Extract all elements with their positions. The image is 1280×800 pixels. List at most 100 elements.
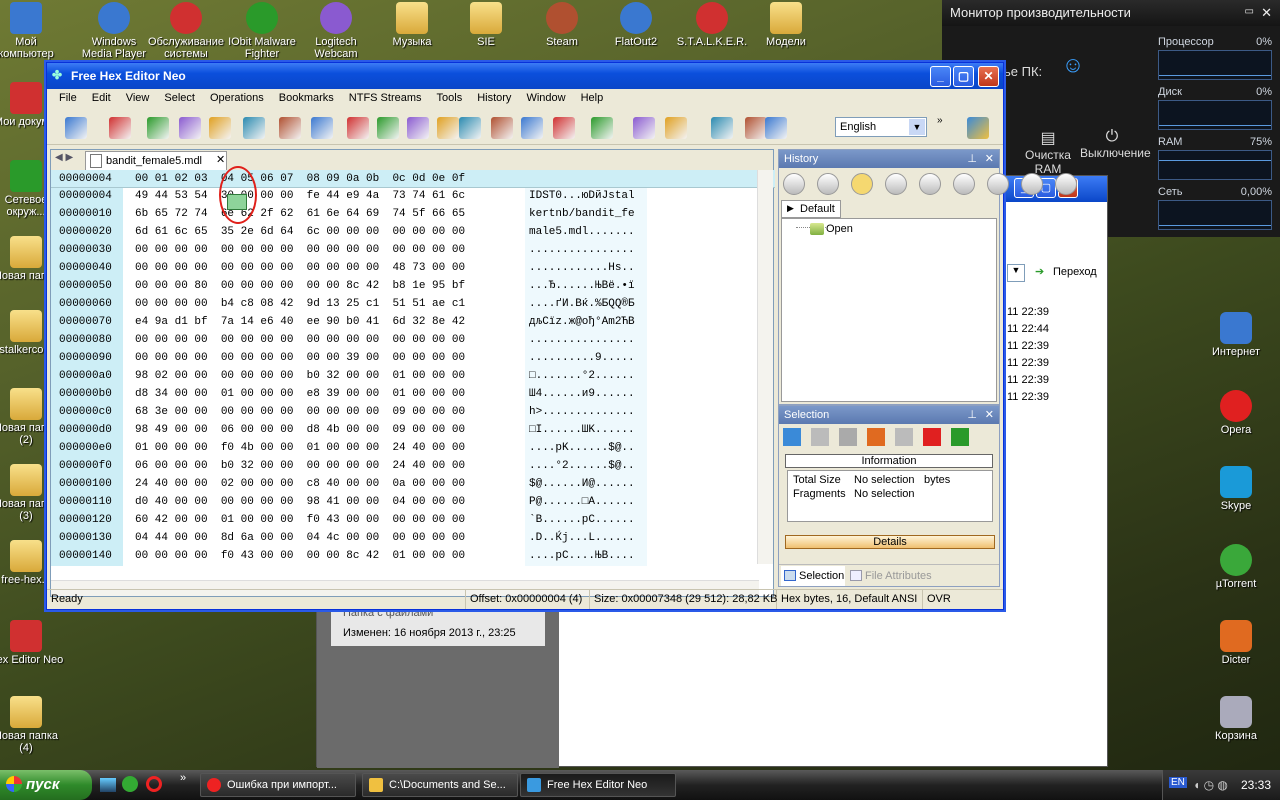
row-hex[interactable]: 00 00 00 00 00 00 00 00 00 00 00 00 00 0…: [135, 334, 465, 352]
row-ascii[interactable]: ............Hs..: [529, 262, 635, 280]
selection-tool-icon[interactable]: [839, 428, 857, 446]
menu-edit[interactable]: Edit: [92, 92, 111, 108]
row-hex[interactable]: 98 49 00 00 06 00 00 00 d8 4b 00 00 09 0…: [135, 424, 465, 442]
selection-tool-icon[interactable]: [923, 428, 941, 446]
row-ascii[interactable]: $@......И@......: [529, 478, 635, 496]
desktop-icon-right[interactable]: µTorrent: [1198, 544, 1274, 590]
row-ascii[interactable]: ....ґИ.Bќ.%БQQ®Б: [529, 298, 635, 316]
row-ascii[interactable]: ....рK......$@..: [529, 442, 635, 460]
tab-nav-icon[interactable]: ◀ ▶: [55, 152, 73, 163]
toolbar-button-icon[interactable]: [109, 117, 131, 139]
selection-tool-icon[interactable]: [811, 428, 829, 446]
row-ascii[interactable]: .D..Ќj...L......: [529, 532, 635, 550]
toolbar-button-icon[interactable]: [745, 117, 767, 139]
row-hex[interactable]: 00 00 00 80 00 00 00 00 00 00 8c 42 b8 1…: [135, 280, 465, 298]
vertical-scrollbar[interactable]: [757, 170, 773, 564]
selection-tool-icon[interactable]: [895, 428, 913, 446]
minimize-button[interactable]: _: [930, 66, 951, 87]
selection-pin-icon[interactable]: ⊥: [967, 408, 977, 421]
close-button[interactable]: ✕: [978, 66, 999, 87]
toolbar-button-icon[interactable]: [437, 117, 459, 139]
row-ascii[interactable]: ................: [529, 244, 635, 262]
history-tool-icon[interactable]: [1021, 173, 1043, 195]
row-hex[interactable]: 01 00 00 00 f0 4b 00 00 01 00 00 00 24 4…: [135, 442, 465, 460]
row-hex[interactable]: 24 40 00 00 02 00 00 00 c8 40 00 00 0a 0…: [135, 478, 465, 496]
history-tool-icon[interactable]: [817, 173, 839, 195]
row-hex[interactable]: e4 9a d1 bf 7a 14 e6 40 ee 90 b0 41 6d 3…: [135, 316, 465, 334]
row-ascii[interactable]: Р@......□A......: [529, 496, 635, 514]
row-ascii[interactable]: □.......°2......: [529, 370, 635, 388]
row-ascii[interactable]: IDST0...юDйJstal: [529, 190, 635, 208]
row-hex[interactable]: 00 00 00 00 00 00 00 00 00 00 00 00 00 0…: [135, 244, 465, 262]
close-icon[interactable]: ✕: [1261, 5, 1272, 21]
desktop-icon-top[interactable]: Обслуживание системы: [148, 2, 224, 60]
selection-close-icon[interactable]: ✕: [985, 408, 994, 421]
menu-history[interactable]: History: [477, 92, 511, 108]
row-ascii[interactable]: ..........9.....: [529, 352, 635, 370]
history-item-open[interactable]: Open: [810, 221, 853, 235]
taskbar-task[interactable]: Free Hex Editor Neo: [520, 773, 676, 797]
history-tool-icon[interactable]: [953, 173, 975, 195]
desktop-icon-top[interactable]: FlatOut2: [598, 2, 674, 48]
row-hex[interactable]: 60 42 00 00 01 00 00 00 f0 43 00 00 00 0…: [135, 514, 465, 532]
row-ascii[interactable]: h>..............: [529, 406, 635, 424]
desktop-icon-top[interactable]: Музыка: [374, 2, 450, 48]
maximize-button[interactable]: ▢: [953, 66, 974, 87]
desktop-icon-top[interactable]: S.T.A.L.K.E.R.: [674, 2, 750, 48]
row-ascii[interactable]: male5.mdl.......: [529, 226, 635, 244]
toolbar-button-icon[interactable]: [521, 117, 543, 139]
details-header[interactable]: Details: [785, 535, 995, 549]
history-tool-icon[interactable]: [885, 173, 907, 195]
menu-help[interactable]: Help: [581, 92, 604, 108]
desktop-icon-left[interactable]: Новая папка (4): [0, 696, 64, 754]
row-hex[interactable]: d8 34 00 00 01 00 00 00 e8 39 00 00 01 0…: [135, 388, 465, 406]
row-hex[interactable]: 98 02 00 00 00 00 00 00 b0 32 00 00 01 0…: [135, 370, 465, 388]
toolbar-overflow-icon[interactable]: »: [937, 115, 943, 126]
toolbar-button-icon[interactable]: [633, 117, 655, 139]
quicklaunch-desktop-icon[interactable]: [100, 778, 116, 792]
row-ascii[interactable]: `B......рC......: [529, 514, 635, 532]
row-ascii[interactable]: дљСїz.ж@ођ°Am2ЋB: [529, 316, 635, 334]
desktop-icon-left[interactable]: Hex Editor Neo: [0, 620, 64, 666]
history-tool-icon[interactable]: [783, 173, 805, 195]
row-hex[interactable]: 00 00 00 00 00 00 00 00 00 00 39 00 00 0…: [135, 352, 465, 370]
toolbar-button-icon[interactable]: [711, 117, 733, 139]
desktop-icon-right[interactable]: Интернет: [1198, 312, 1274, 358]
selection-tool-icon[interactable]: [951, 428, 969, 446]
taskbar-task[interactable]: Ошибка при импорт...: [200, 773, 356, 797]
menu-view[interactable]: View: [126, 92, 150, 108]
minimize-icon[interactable]: ▭: [1245, 6, 1254, 17]
paint-icon[interactable]: [967, 117, 989, 139]
desktop-icon-top[interactable]: Модели: [748, 2, 824, 48]
row-hex[interactable]: 06 00 00 00 b0 32 00 00 00 00 00 00 24 4…: [135, 460, 465, 478]
menu-operations[interactable]: Operations: [210, 92, 264, 108]
tab-file-attributes[interactable]: File Attributes: [847, 566, 947, 586]
row-ascii[interactable]: ....рC....ЊB....: [529, 550, 635, 568]
quicklaunch-opera-icon[interactable]: [146, 776, 162, 792]
row-hex[interactable]: 00 00 00 00 f0 43 00 00 00 00 8c 42 01 0…: [135, 550, 465, 568]
desktop-icon-left[interactable]: Мой компьютер: [0, 2, 64, 60]
menu-window[interactable]: Window: [526, 92, 565, 108]
tray-icons[interactable]: ◖ ◷ ◍: [1193, 778, 1228, 792]
go-button[interactable]: ➔ Переход: [1031, 264, 1105, 282]
history-tool-icon[interactable]: [851, 173, 873, 195]
toolbar-button-icon[interactable]: [243, 117, 265, 139]
desktop-icon-right[interactable]: Opera: [1198, 390, 1274, 436]
desktop-icon-top[interactable]: SIE: [448, 2, 524, 48]
toolbar-button-icon[interactable]: [553, 117, 575, 139]
menu-ntfs-streams[interactable]: NTFS Streams: [349, 92, 422, 108]
toolbar-button-icon[interactable]: [765, 117, 787, 139]
history-close-icon[interactable]: ✕: [985, 152, 994, 165]
toolbar-button-icon[interactable]: [65, 117, 87, 139]
row-hex[interactable]: 04 44 00 00 8d 6a 00 00 04 4c 00 00 00 0…: [135, 532, 465, 550]
quicklaunch-utorrent-icon[interactable]: [122, 776, 138, 792]
pin-icon[interactable]: ⊥: [967, 152, 977, 165]
toolbar-button-icon[interactable]: [591, 117, 613, 139]
desktop-icon-top[interactable]: Logitech Webcam: [298, 2, 374, 60]
tab-default[interactable]: ▶ Default: [781, 200, 841, 218]
selection-tool-icon[interactable]: [867, 428, 885, 446]
language-indicator[interactable]: EN: [1169, 777, 1187, 788]
shutdown-button[interactable]: ⏻ Выключение: [1080, 128, 1151, 160]
history-tool-icon[interactable]: [919, 173, 941, 195]
history-tool-icon[interactable]: [1055, 173, 1077, 195]
